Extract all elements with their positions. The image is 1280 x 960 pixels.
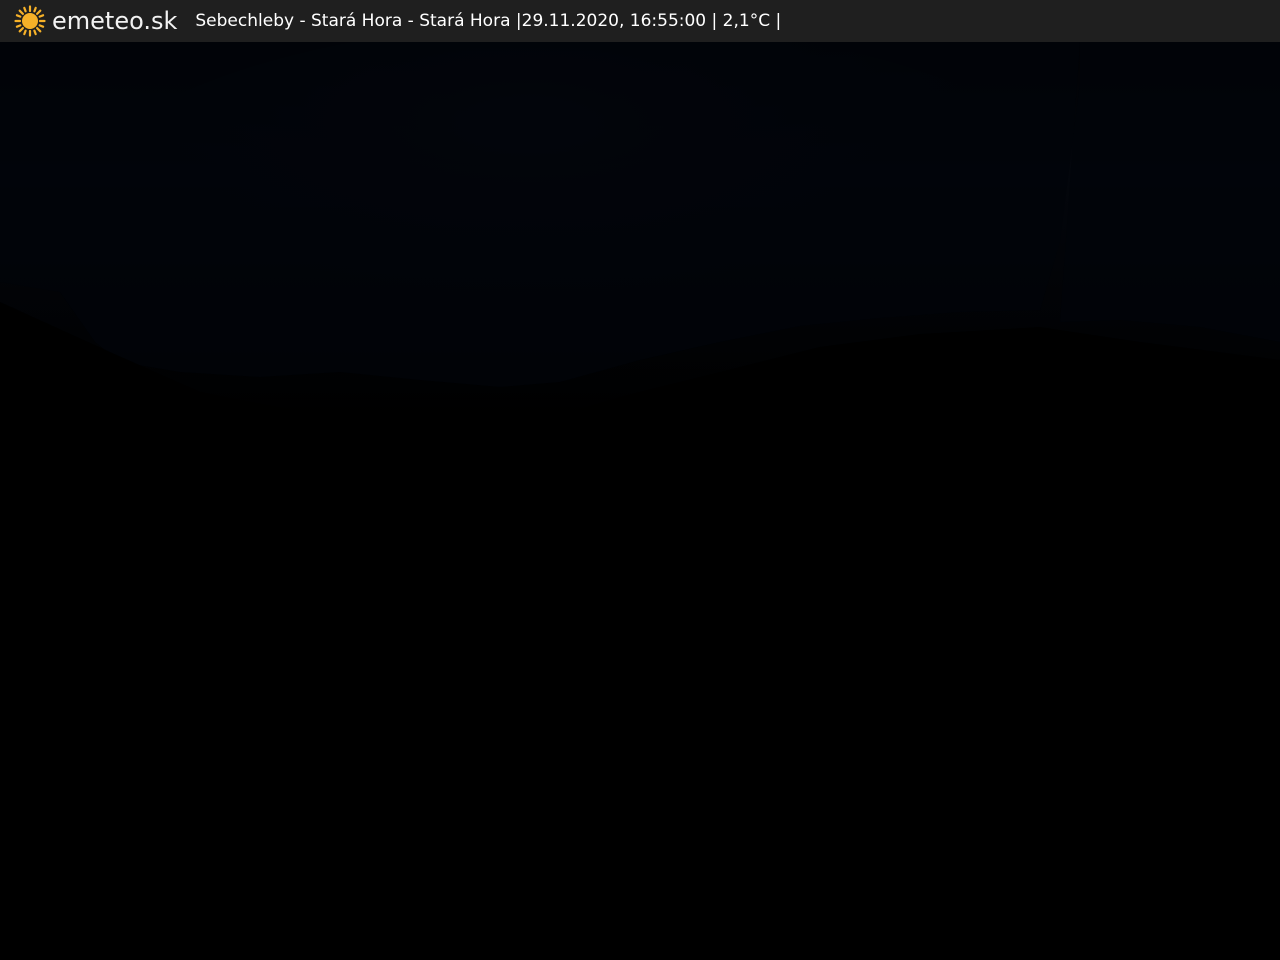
caption-location: Sebechleby - Stará Hora - Stará Hora <box>195 11 511 31</box>
logo-text: emeteo.sk <box>52 7 178 35</box>
webcam-image <box>0 42 1280 960</box>
caption-temperature: 2,1°C <box>722 11 771 31</box>
webcam-caption: Sebechleby - Stará Hora - Stará Hora |29… <box>195 0 781 42</box>
caption-separator: | <box>775 11 782 31</box>
webcam-page: emeteo.sk Sebechleby - Stará Hora - Star… <box>0 0 1280 960</box>
emeteo-logo[interactable]: emeteo.sk <box>14 0 177 42</box>
dark-ground <box>0 302 1280 960</box>
top-bar: emeteo.sk Sebechleby - Stará Hora - Star… <box>0 0 1280 42</box>
caption-separator: | <box>711 11 718 31</box>
caption-datetime: 29.11.2020, 16:55:00 <box>521 11 707 31</box>
sun-icon <box>14 5 46 37</box>
